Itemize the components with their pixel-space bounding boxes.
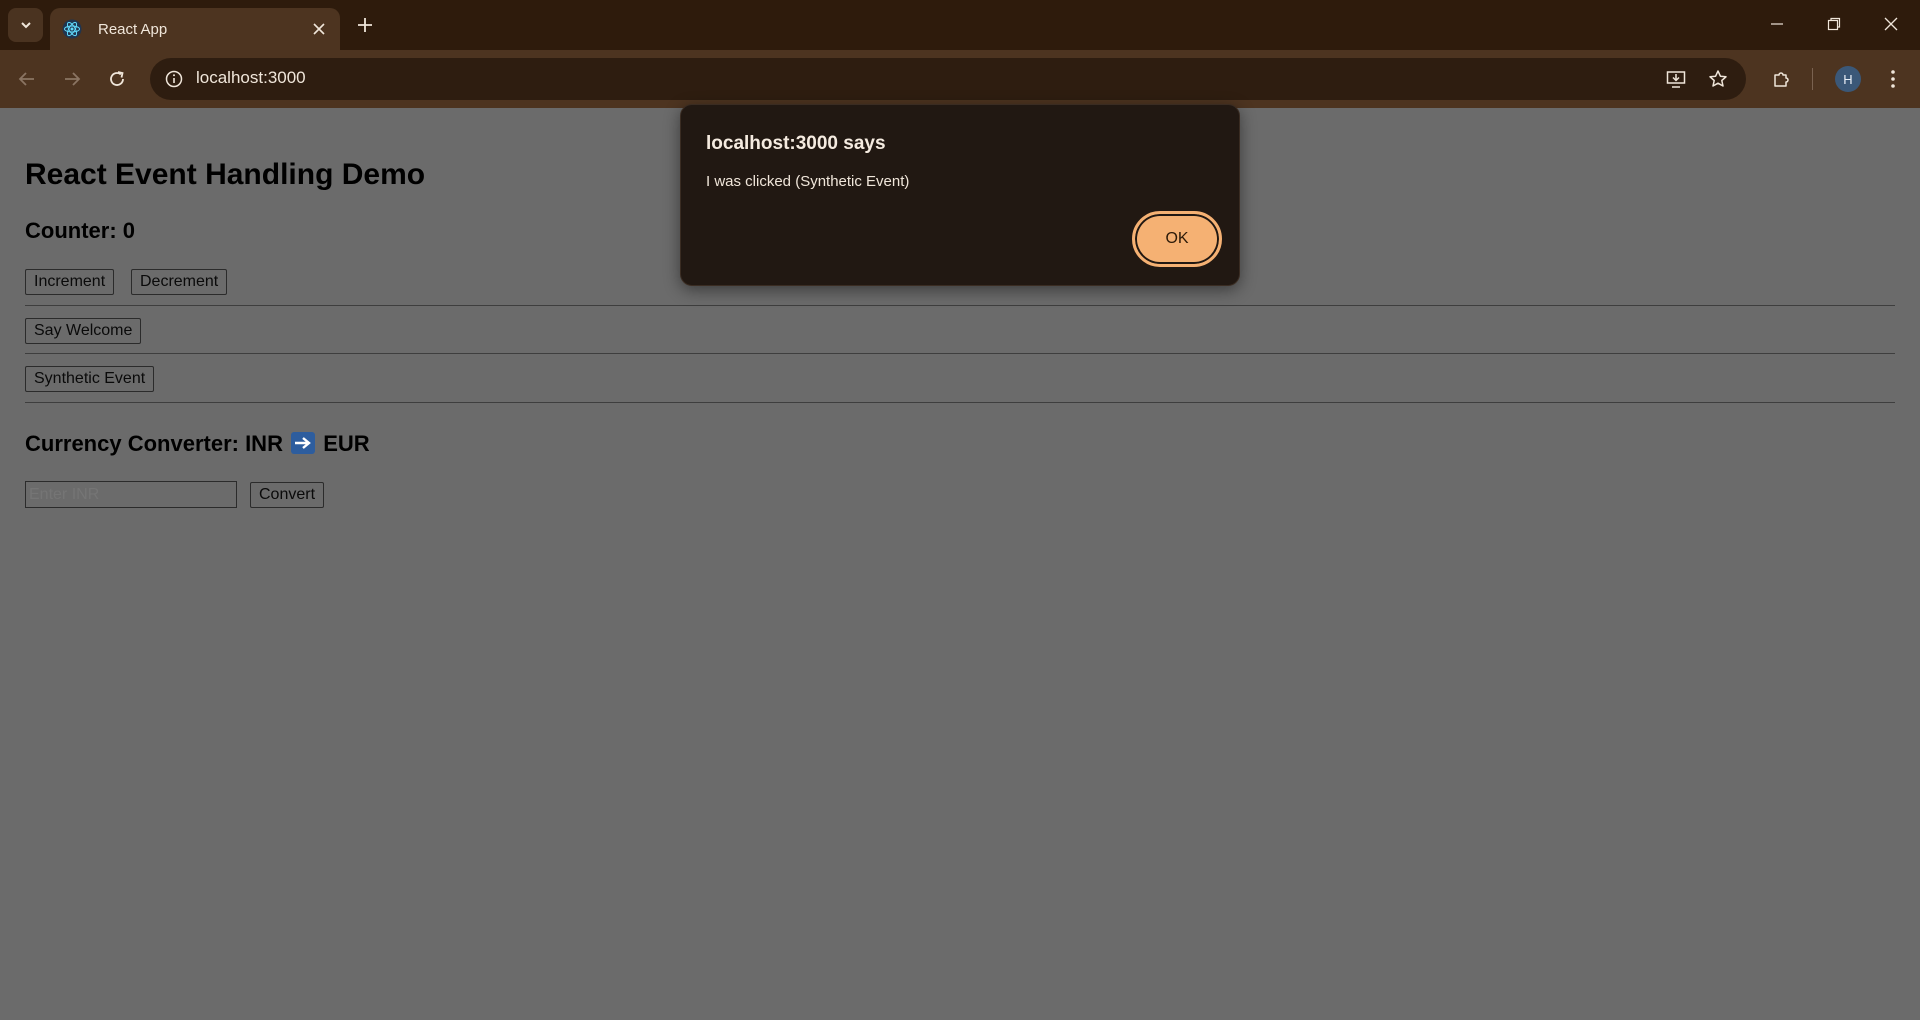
restore-button[interactable] [1805, 0, 1863, 48]
close-icon [1884, 17, 1898, 31]
address-bar[interactable]: localhost:3000 [150, 58, 1746, 100]
divider [25, 402, 1895, 403]
minimize-button[interactable] [1748, 0, 1806, 48]
converter-heading-prefix: Currency Converter: INR [25, 431, 283, 456]
tab-close-button[interactable] [306, 16, 332, 42]
converter-heading-suffix: EUR [323, 431, 370, 456]
star-icon [1709, 70, 1727, 87]
kebab-menu-icon [1891, 70, 1895, 88]
browser-menu-button[interactable] [1876, 62, 1910, 96]
browser-toolbar: localhost:3000 [0, 50, 1920, 108]
convert-button[interactable]: Convert [250, 482, 325, 508]
page-title: React Event Handling Demo [25, 158, 426, 191]
info-icon [165, 70, 183, 88]
reload-button[interactable] [100, 62, 134, 96]
close-window-button[interactable] [1862, 0, 1920, 48]
extensions-button[interactable] [1765, 62, 1799, 96]
dialog-title: localhost:3000 says [706, 133, 886, 154]
inr-amount-input[interactable] [25, 481, 237, 508]
tab-strip: React App [0, 0, 1920, 50]
reload-icon [110, 71, 124, 86]
alert-dialog: localhost:3000 says I was clicked (Synth… [680, 104, 1240, 286]
react-logo-icon [62, 19, 82, 39]
puzzle-icon [1774, 72, 1789, 87]
tab-title: React App [98, 20, 168, 38]
currency-converter-heading: Currency Converter: INR EUR [25, 431, 370, 457]
forward-arrow-icon [65, 72, 81, 86]
dialog-message: I was clicked (Synthetic Event) [706, 173, 910, 190]
url-text: localhost:3000 [196, 68, 306, 87]
say-welcome-button[interactable]: Say Welcome [25, 318, 142, 344]
minimize-icon [1771, 23, 1783, 25]
bookmark-button[interactable] [1702, 63, 1734, 95]
increment-button[interactable]: Increment [25, 269, 115, 295]
back-arrow-icon [18, 72, 34, 86]
ok-button[interactable]: OK [1132, 211, 1222, 267]
counter-heading: Counter: 0 [25, 218, 135, 243]
toolbar-separator [1812, 68, 1813, 90]
divider [25, 305, 1895, 306]
right-arrow-emoji-icon [291, 432, 316, 454]
chevron-down-icon [20, 22, 31, 29]
close-icon [313, 23, 325, 35]
restore-icon [1827, 17, 1841, 31]
plus-icon [358, 18, 372, 32]
install-app-button[interactable] [1660, 63, 1692, 95]
forward-button[interactable] [55, 62, 89, 96]
site-info-button[interactable] [158, 63, 190, 95]
profile-avatar[interactable]: H [1835, 66, 1861, 92]
synthetic-event-button[interactable]: Synthetic Event [25, 366, 155, 392]
tab-react-app[interactable]: React App [50, 8, 340, 50]
tab-search-button[interactable] [8, 8, 43, 42]
divider [25, 353, 1895, 354]
decrement-button[interactable]: Decrement [131, 269, 228, 295]
install-app-icon [1666, 71, 1686, 88]
back-button[interactable] [10, 62, 44, 96]
new-tab-button[interactable] [350, 10, 380, 40]
